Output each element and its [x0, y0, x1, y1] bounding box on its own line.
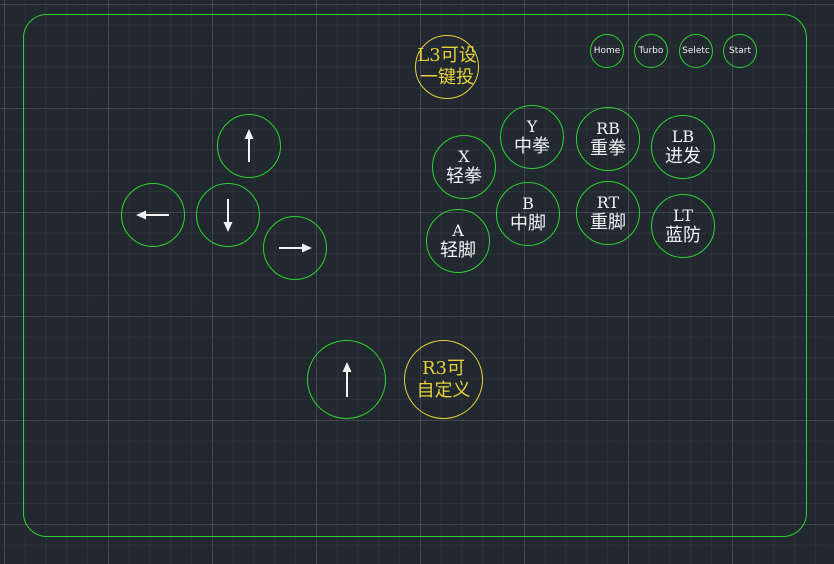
select-button[interactable]: Seletc — [679, 34, 713, 68]
r3-button[interactable]: R3可 自定义 — [404, 340, 483, 419]
arrow-down-icon — [223, 199, 233, 232]
arrow-left-icon — [136, 210, 169, 220]
turbo-button[interactable]: Turbo — [634, 34, 668, 68]
arrow-up-icon — [342, 361, 351, 397]
a-button-key: A — [452, 220, 464, 240]
lb-button[interactable]: LB 进发 — [651, 115, 715, 179]
start-button[interactable]: Start — [723, 34, 757, 68]
b-button-key: B — [522, 193, 534, 213]
rb-button-action: 重拳 — [590, 137, 626, 159]
lt-button[interactable]: LT 蓝防 — [651, 194, 715, 258]
a-button-action: 轻脚 — [440, 239, 476, 261]
rt-button[interactable]: RT 重脚 — [576, 181, 640, 245]
lt-button-action: 蓝防 — [665, 224, 701, 246]
dpad-down-button[interactable] — [196, 183, 260, 247]
lt-button-key: LT — [673, 205, 693, 225]
l3-button[interactable]: L3可设 一键投 — [415, 35, 479, 99]
r3-button-label-line2: 自定义 — [416, 379, 471, 401]
dpad-left-button[interactable] — [121, 183, 185, 247]
rt-button-action: 重脚 — [590, 211, 626, 233]
lb-button-key: LB — [671, 126, 695, 146]
arrow-up-icon — [244, 129, 254, 162]
b-button-action: 中脚 — [510, 212, 546, 234]
start-button-label: Start — [729, 46, 751, 56]
controller-outline — [23, 14, 807, 537]
home-button[interactable]: Home — [590, 34, 624, 68]
l3-button-label-line1: L3可设 — [417, 45, 477, 67]
rb-button[interactable]: RB 重拳 — [576, 107, 640, 171]
extra-up-button[interactable] — [307, 340, 386, 419]
x-button-action: 轻拳 — [446, 165, 482, 187]
home-button-label: Home — [593, 46, 621, 56]
l3-button-label-line2: 一键投 — [420, 67, 474, 88]
y-button[interactable]: Y 中拳 — [500, 105, 564, 169]
y-button-action: 中拳 — [514, 135, 550, 157]
dpad-right-button[interactable] — [263, 216, 327, 280]
arrow-right-icon — [279, 243, 312, 253]
select-button-label: Seletc — [682, 46, 710, 56]
rt-button-key: RT — [596, 192, 620, 212]
x-button-key: X — [458, 146, 470, 166]
b-button[interactable]: B 中脚 — [496, 182, 560, 246]
a-button[interactable]: A 轻脚 — [426, 209, 490, 273]
x-button[interactable]: X 轻拳 — [432, 135, 496, 199]
r3-button-label-line1: R3可 — [421, 357, 465, 379]
rb-button-key: RB — [596, 118, 620, 138]
y-button-key: Y — [526, 116, 538, 136]
turbo-button-label: Turbo — [638, 46, 664, 56]
lb-button-action: 进发 — [665, 145, 701, 167]
dpad-up-button[interactable] — [217, 114, 281, 178]
